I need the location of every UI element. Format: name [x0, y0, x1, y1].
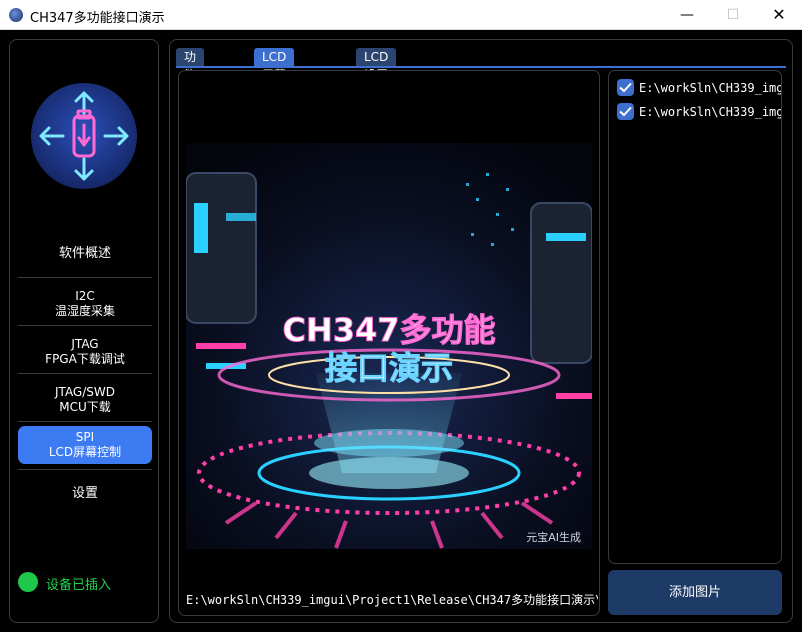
nav-divider [18, 325, 152, 326]
nav-item-jtag-fpga[interactable]: JTAG FPGA下载调试 [18, 337, 152, 367]
nav-item-overview[interactable]: 软件概述 [18, 246, 152, 261]
minimize-button[interactable]: — [664, 0, 710, 30]
window-title: CH347多功能接口演示 [30, 11, 165, 26]
nav-item-settings[interactable]: 设置 [18, 486, 152, 501]
title-bar: CH347多功能接口演示 — ☐ ✕ [0, 0, 802, 30]
image-file-list: E:\workSln\CH339_imgui E:\workSln\CH339_… [608, 70, 782, 564]
nav-divider [18, 469, 152, 470]
nav-divider [18, 421, 152, 422]
nav-divider [18, 373, 152, 374]
tab-underline [176, 66, 786, 68]
image-path-text: E:\workSln\CH339_imgui\Project1\Release\… [186, 593, 598, 607]
preview-image: CH347多功能 接口演示 元宝AI生成 [186, 143, 592, 549]
tab-lcd-control[interactable]: LCD屏幕控制 [254, 48, 295, 100]
checkbox-checked-icon[interactable] [617, 79, 634, 96]
usb-arrows-logo-icon [31, 83, 137, 189]
file-list-item[interactable]: E:\workSln\CH339_imgui [617, 79, 781, 97]
file-list-item[interactable]: E:\workSln\CH339_imgui [617, 103, 781, 121]
image-preview-panel: CH347多功能 接口演示 元宝AI生成 E:\workSln\CH339_im… [178, 70, 600, 616]
add-image-button[interactable]: 添加图片 [608, 570, 782, 615]
close-button[interactable]: ✕ [756, 0, 802, 30]
nav-item-jtag-swd-mcu[interactable]: JTAG/SWD MCU下载 [18, 385, 152, 415]
tab-intro[interactable]: 功能介绍 [176, 48, 205, 118]
device-status: 设备已插入 [18, 572, 148, 593]
art-title-line1: CH347多功能 [282, 311, 495, 349]
main-panel: 功能介绍 LCD屏幕控制 LCD设置 [169, 39, 793, 623]
watermark-text: 元宝AI生成 [526, 530, 581, 544]
file-name: E:\workSln\CH339_imgui [639, 81, 781, 95]
checkbox-checked-icon[interactable] [617, 103, 634, 120]
file-name: E:\workSln\CH339_imgui [639, 105, 781, 119]
status-text: 设备已插入 [46, 578, 112, 593]
maximize-button[interactable]: ☐ [710, 0, 756, 30]
status-dot-icon [18, 572, 38, 592]
nav-item-i2c[interactable]: I2C 温湿度采集 [18, 289, 152, 319]
nav-divider [18, 277, 152, 278]
tab-lcd-settings[interactable]: LCD设置 [356, 48, 397, 82]
app-globe-icon [9, 8, 23, 22]
sidebar: 软件概述 I2C 温湿度采集 JTAG FPGA下载调试 JTAG/SWD MCU下载… [9, 39, 159, 623]
art-title-line2: 接口演示 [325, 349, 453, 387]
nav-item-spi-lcd[interactable]: SPI LCD屏幕控制 [18, 426, 152, 464]
